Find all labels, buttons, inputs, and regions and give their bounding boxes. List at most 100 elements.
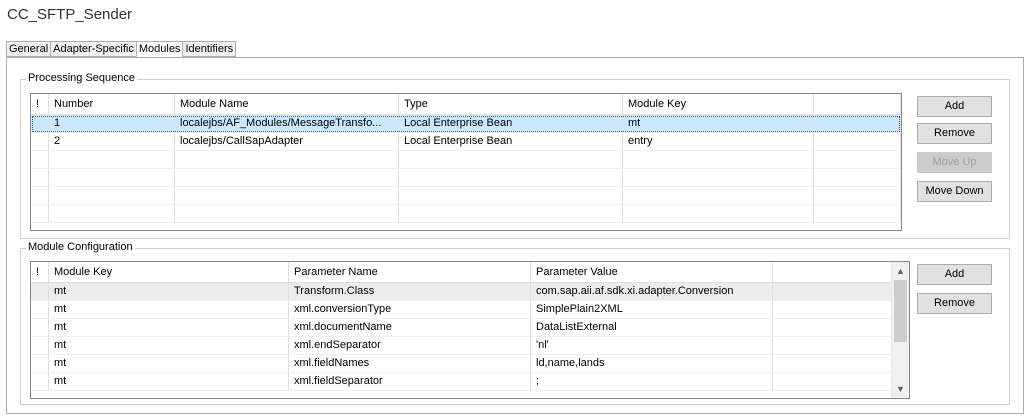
- table-row[interactable]: 1 localejbs/AF_Modules/MessageTransfo...…: [31, 115, 901, 133]
- table-row[interactable]: 2 localejbs/CallSapAdapter Local Enterpr…: [31, 133, 901, 151]
- row-type: Local Enterprise Bean: [399, 133, 623, 150]
- processing-sequence-table[interactable]: ! Number Module Name Type Module Key 1 l…: [30, 93, 902, 231]
- row-flag: [31, 355, 49, 372]
- row-module-key: mt: [49, 301, 289, 318]
- table-row[interactable]: mt xml.conversionType SimplePlain2XML: [31, 301, 892, 319]
- row-parameter-value: 'nl': [531, 337, 773, 354]
- row-module-key: mt: [49, 337, 289, 354]
- row-parameter-name: xml.documentName: [289, 319, 531, 336]
- row-filler: [773, 283, 892, 300]
- remove-parameter-button[interactable]: Remove: [917, 293, 992, 314]
- row-flag: [31, 115, 49, 132]
- row-flag: [31, 373, 49, 390]
- row-parameter-value: ld,name,lands: [531, 355, 773, 372]
- column-header-module-key[interactable]: Module Key: [49, 262, 289, 282]
- empty-row: [31, 205, 901, 223]
- row-filler: [814, 115, 901, 132]
- row-flag: [31, 319, 49, 336]
- row-module-key: mt: [49, 319, 289, 336]
- modules-panel: Processing Sequence ! Number Module Name…: [6, 57, 1024, 414]
- row-parameter-name: xml.fieldNames: [289, 355, 531, 372]
- row-module-key: mt: [49, 283, 289, 300]
- add-parameter-button[interactable]: Add: [917, 264, 992, 285]
- row-module-key: mt: [49, 373, 289, 390]
- column-header-parameter-value[interactable]: Parameter Value: [531, 262, 773, 282]
- empty-cell: [814, 151, 901, 168]
- empty-row: [31, 187, 901, 205]
- empty-cell: [175, 151, 399, 168]
- row-parameter-value: DataListExternal: [531, 319, 773, 336]
- move-up-button[interactable]: Move Up: [917, 152, 992, 173]
- empty-cell: [31, 151, 49, 168]
- table-row[interactable]: mt xml.endSeparator 'nl': [31, 337, 892, 355]
- empty-cell: [31, 187, 49, 204]
- empty-cell: [399, 151, 623, 168]
- module-configuration-table[interactable]: ! Module Key Parameter Name Parameter Va…: [30, 261, 910, 399]
- empty-cell: [623, 169, 814, 186]
- column-header-flag[interactable]: !: [31, 262, 49, 282]
- row-number: 2: [49, 133, 175, 150]
- column-header-module-name[interactable]: Module Name: [175, 94, 399, 114]
- column-header-filler: [814, 94, 901, 114]
- column-header-parameter-name[interactable]: Parameter Name: [289, 262, 531, 282]
- vertical-scrollbar[interactable]: ▲ ▼: [891, 262, 909, 398]
- row-module-key: mt: [49, 355, 289, 372]
- row-flag: [31, 133, 49, 150]
- column-header-filler: [773, 262, 892, 282]
- processing-sequence-label: Processing Sequence: [26, 72, 138, 84]
- row-filler: [814, 133, 901, 150]
- tab-identifiers[interactable]: Identifiers: [182, 41, 237, 57]
- empty-cell: [399, 169, 623, 186]
- row-flag: [31, 301, 49, 318]
- remove-module-button[interactable]: Remove: [917, 123, 992, 144]
- empty-cell: [31, 169, 49, 186]
- row-number: 1: [49, 115, 175, 132]
- row-filler: [773, 337, 892, 354]
- row-parameter-value: com.sap.aii.af.sdk.xi.adapter.Conversion: [531, 283, 773, 300]
- column-header-flag[interactable]: !: [31, 94, 49, 114]
- tab-adapter-specific[interactable]: Adapter-Specific: [50, 41, 136, 57]
- empty-cell: [31, 205, 49, 222]
- tab-modules[interactable]: Modules: [135, 41, 183, 57]
- row-module-name: localejbs/CallSapAdapter: [175, 133, 399, 150]
- scrollbar-thumb[interactable]: [894, 280, 907, 342]
- row-parameter-value: ;: [531, 373, 773, 390]
- table-row[interactable]: mt xml.fieldNames ld,name,lands: [31, 355, 892, 373]
- row-filler: [773, 355, 892, 372]
- empty-cell: [814, 205, 901, 222]
- column-header-module-key[interactable]: Module Key: [623, 94, 814, 114]
- module-configuration-group: Module Configuration ! Module Key Parame…: [20, 241, 1010, 405]
- empty-cell: [623, 151, 814, 168]
- window-title: CC_SFTP_Sender: [7, 6, 133, 23]
- row-filler: [773, 301, 892, 318]
- empty-cell: [814, 187, 901, 204]
- row-type: Local Enterprise Bean: [399, 115, 623, 132]
- table-row[interactable]: mt xml.fieldSeparator ;: [31, 373, 892, 391]
- empty-cell: [49, 151, 175, 168]
- empty-cell: [814, 169, 901, 186]
- row-flag: [31, 283, 49, 300]
- row-flag: [31, 337, 49, 354]
- table-header: ! Module Key Parameter Name Parameter Va…: [31, 262, 892, 283]
- empty-cell: [175, 169, 399, 186]
- column-header-number[interactable]: Number: [49, 94, 175, 114]
- table-row[interactable]: mt xml.documentName DataListExternal: [31, 319, 892, 337]
- chevron-up-icon[interactable]: ▲: [892, 264, 909, 278]
- tab-general[interactable]: General: [6, 41, 51, 57]
- module-configuration-viewport: ! Module Key Parameter Name Parameter Va…: [31, 262, 892, 398]
- empty-cell: [175, 187, 399, 204]
- row-module-key: mt: [623, 115, 814, 132]
- table-row[interactable]: mt Transform.Class com.sap.aii.af.sdk.xi…: [31, 283, 892, 301]
- chevron-down-icon[interactable]: ▼: [892, 382, 909, 396]
- move-down-button[interactable]: Move Down: [917, 181, 992, 202]
- column-header-type[interactable]: Type: [399, 94, 623, 114]
- empty-row: [31, 151, 901, 169]
- add-module-button[interactable]: Add: [917, 96, 992, 117]
- processing-sequence-group: Processing Sequence ! Number Module Name…: [20, 72, 1010, 239]
- empty-cell: [49, 205, 175, 222]
- row-parameter-value: SimplePlain2XML: [531, 301, 773, 318]
- empty-cell: [175, 205, 399, 222]
- empty-cell: [623, 187, 814, 204]
- row-module-key: entry: [623, 133, 814, 150]
- empty-cell: [399, 187, 623, 204]
